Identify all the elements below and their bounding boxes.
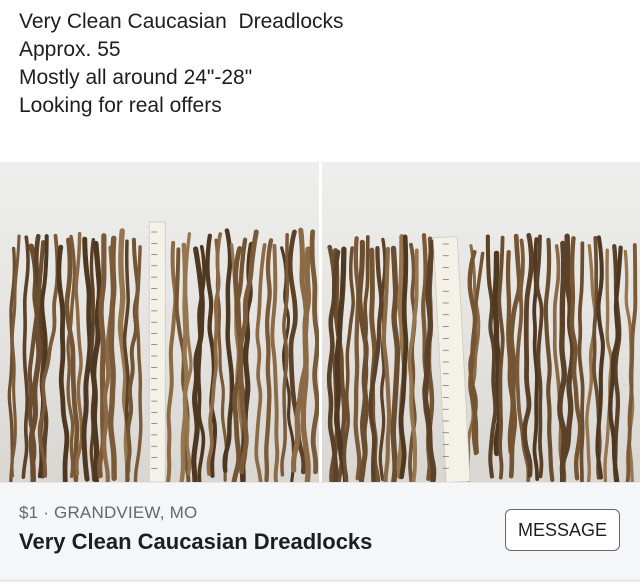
dreadlocks-photo-2[interactable] bbox=[322, 162, 640, 482]
dreadlock bbox=[272, 246, 277, 482]
post-line-1: Very Clean Caucasian Dreadlocks bbox=[19, 8, 344, 36]
listing-location: GRANDVIEW, MO bbox=[54, 503, 197, 522]
dreadlocks-photo-1[interactable] bbox=[0, 162, 319, 482]
divider bbox=[0, 580, 640, 581]
post-text: Very Clean Caucasian Dreadlocks Approx. … bbox=[19, 8, 344, 120]
dreadlock bbox=[111, 238, 114, 478]
meta-separator: · bbox=[38, 503, 54, 522]
dreadlock bbox=[312, 232, 317, 472]
dreadlock bbox=[94, 244, 100, 483]
dreadlock bbox=[84, 239, 90, 479]
listing-price: $1 bbox=[19, 503, 38, 522]
message-button[interactable]: MESSAGE bbox=[505, 509, 620, 551]
dreadlock bbox=[256, 245, 264, 482]
photo-gallery bbox=[0, 162, 640, 482]
post-line-3: Mostly all around 24"-28" bbox=[19, 64, 344, 92]
post-line-2: Approx. 55 bbox=[19, 36, 344, 64]
listing-meta: $1 · GRANDVIEW, MO bbox=[19, 503, 197, 523]
marketplace-listing-card[interactable]: $1 · GRANDVIEW, MO Very Clean Caucasian … bbox=[0, 482, 640, 583]
dreadlock bbox=[524, 235, 531, 475]
dreadlock bbox=[344, 248, 353, 482]
dreadlock bbox=[604, 250, 610, 482]
dreadlock bbox=[168, 243, 175, 482]
dreadlock bbox=[23, 237, 28, 477]
dreadlock bbox=[392, 248, 397, 482]
post-line-5: Looking for real offers bbox=[19, 92, 344, 120]
dreadlock bbox=[537, 236, 541, 476]
dreadlock bbox=[355, 238, 359, 478]
dreadlocks-image bbox=[0, 162, 319, 482]
dreadlock bbox=[545, 240, 551, 480]
dreadlock bbox=[266, 240, 271, 480]
dreadlocks-image bbox=[322, 162, 640, 482]
dreadlock bbox=[383, 249, 388, 482]
listing-title[interactable]: Very Clean Caucasian Dreadlocks bbox=[19, 529, 372, 555]
dreadlock bbox=[59, 247, 67, 482]
dreadlock bbox=[127, 240, 137, 480]
dreadlock bbox=[499, 238, 503, 478]
